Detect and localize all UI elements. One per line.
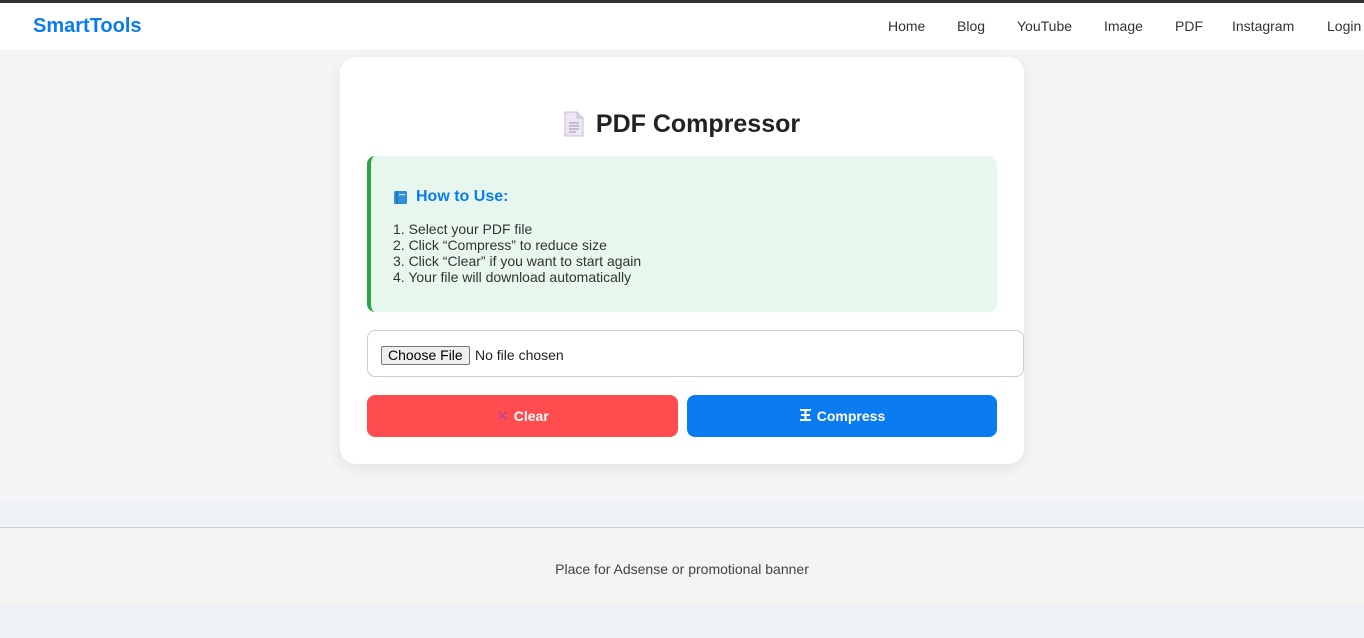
choose-file-button[interactable]: Choose File xyxy=(381,346,470,365)
ad-text: Place for Adsense or promotional banner xyxy=(555,561,809,577)
nav-login[interactable]: Login xyxy=(1327,18,1361,34)
steps-list: 1. Select your PDF file 2. Click “Compre… xyxy=(393,221,641,285)
file-input[interactable]: Choose File No file chosen xyxy=(367,330,1024,377)
nav-home[interactable]: Home xyxy=(888,18,925,34)
step-item: 4. Your file will download automatically xyxy=(393,269,632,285)
nav-links: Home Blog YouTube Image PDF Instagram Lo… xyxy=(0,18,1364,38)
step-item: 2. Click “Compress” to reduce size xyxy=(393,237,607,253)
clear-label: Clear xyxy=(513,408,549,424)
nav-instagram[interactable]: Instagram xyxy=(1232,18,1294,34)
book-icon xyxy=(393,190,408,205)
nav-image[interactable]: Image xyxy=(1104,18,1143,34)
file-status: No file chosen xyxy=(475,347,564,363)
cross-icon: ✕ xyxy=(496,408,509,425)
how-to-box: How to Use: 1. Select your PDF file 2. C… xyxy=(367,156,997,312)
page-title: PDF Compressor xyxy=(595,109,801,138)
document-icon xyxy=(564,111,584,137)
title-row: PDF Compressor xyxy=(340,107,1024,141)
nav-pdf[interactable]: PDF xyxy=(1175,18,1203,34)
divider-band xyxy=(0,500,1364,527)
compress-button[interactable]: Compress xyxy=(687,395,997,437)
step-item: 3. Click “Clear” if you want to start ag… xyxy=(393,253,642,269)
how-to-title: How to Use: xyxy=(416,188,509,205)
footer-band xyxy=(0,605,1364,638)
clamp-icon xyxy=(799,408,812,425)
how-to-heading-row: How to Use: xyxy=(393,188,508,206)
nav-youtube[interactable]: YouTube xyxy=(1017,18,1072,34)
compressor-card: PDF Compressor How to Use: 1. Select you… xyxy=(340,57,1024,464)
step-item: 1. Select your PDF file xyxy=(393,221,533,237)
clear-button[interactable]: ✕ Clear xyxy=(367,395,678,437)
compress-label: Compress xyxy=(816,408,886,424)
navbar: SmartTools Home Blog YouTube Image PDF I… xyxy=(0,3,1364,50)
ad-banner: Place for Adsense or promotional banner xyxy=(0,527,1364,605)
nav-blog[interactable]: Blog xyxy=(957,18,985,34)
